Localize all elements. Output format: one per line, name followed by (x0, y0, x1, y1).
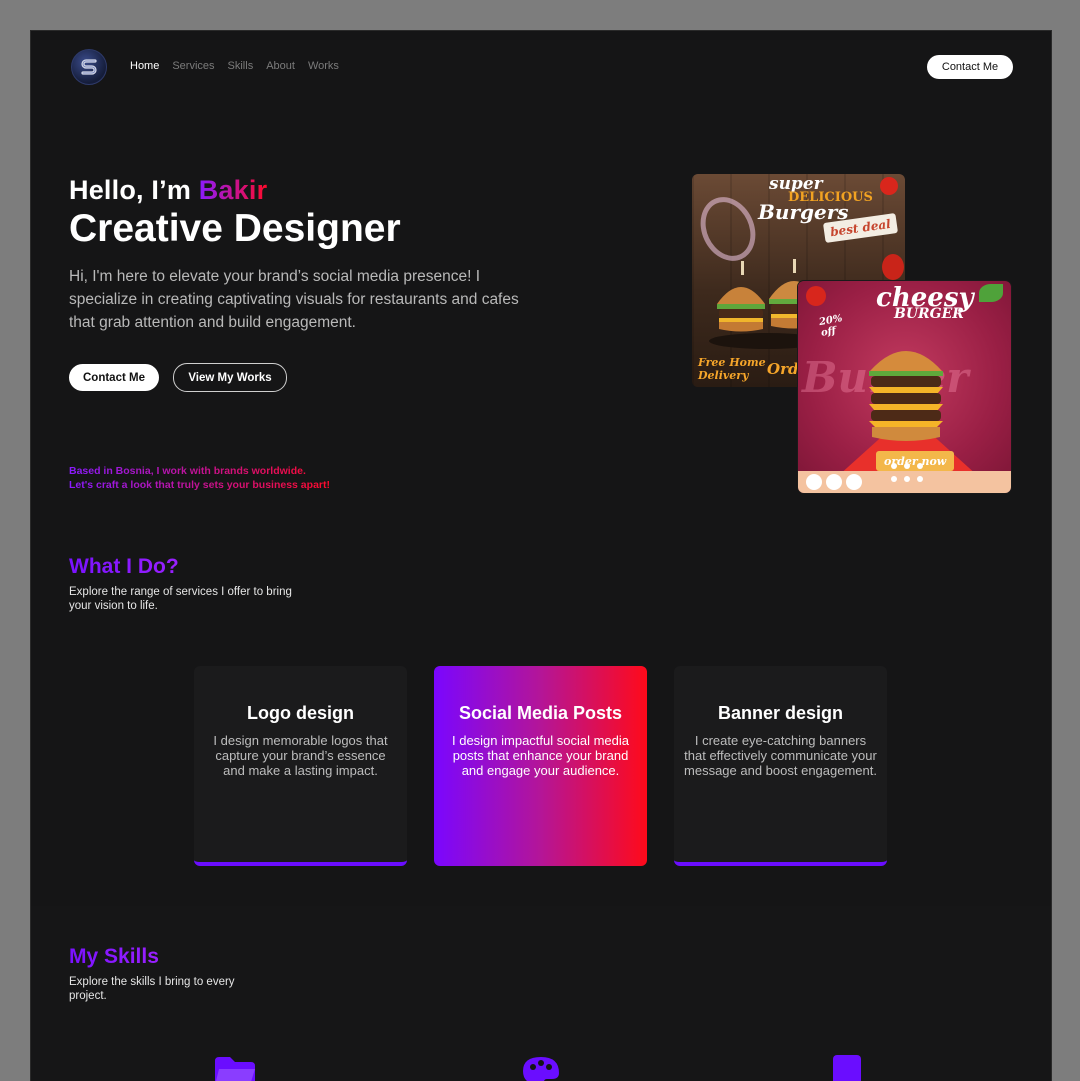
dot (904, 476, 910, 482)
nav-services[interactable]: Services (172, 60, 214, 72)
nav-home[interactable]: Home (130, 60, 159, 72)
poster2-footer-bar (798, 463, 1011, 493)
tagline-line-2: Let's craft a look that truly sets your … (69, 479, 330, 491)
nav-about[interactable]: About (266, 60, 295, 72)
poster-cheesy-burger[interactable]: Burger cheesy BURGER 20% off order now (798, 281, 1011, 493)
dot (917, 476, 923, 482)
twitter-icon (826, 474, 842, 490)
instagram-icon (846, 474, 862, 490)
dot (891, 476, 897, 482)
hero-name: Bakir (198, 175, 268, 205)
poster1-footer-2: Delivery (698, 369, 749, 382)
skills-subtitle: Explore the skills I bring to every proj… (69, 976, 235, 1002)
logo[interactable] (71, 49, 107, 85)
logo-s-icon (81, 59, 97, 75)
greeting-text: Hello, I’m (69, 175, 199, 205)
service-card-title: Logo design (247, 703, 354, 723)
folder-icon (215, 1057, 255, 1081)
facebook-icon (806, 474, 822, 490)
order-now-badge[interactable]: order now (876, 451, 955, 471)
nav-skills[interactable]: Skills (228, 60, 254, 72)
dot (917, 463, 923, 469)
tomato-icon-3 (806, 286, 826, 306)
service-card-text: I design impactful social media posts th… (451, 733, 630, 778)
dot (904, 463, 910, 469)
cheesy-burger-icon (869, 351, 943, 441)
service-card-title: Banner design (717, 703, 844, 723)
poster2-title2: BURGER (894, 306, 964, 322)
hero-contact-button[interactable]: Contact Me (69, 364, 159, 391)
poster1-footer-1: Free Home (698, 356, 766, 369)
poster1-footer-3: Ord (767, 360, 799, 378)
main-nav: Home Services Skills About Works (130, 60, 339, 72)
service-card-social[interactable]: Social Media Posts I design impactful so… (434, 666, 647, 866)
tomato-icon-2 (882, 254, 904, 280)
service-card-title: Social Media Posts (458, 703, 623, 723)
tablet-icon (833, 1055, 861, 1081)
services-subtitle: Explore the range of services I offer to… (69, 586, 292, 612)
hero-role: Creative Designer (69, 207, 401, 250)
nav-contact-button[interactable]: Contact Me (927, 55, 1013, 79)
discount-label: 20% off (818, 313, 845, 339)
tagline-line-1: Based in Bosnia, I work with brands worl… (69, 465, 306, 477)
services-title: What I Do? (69, 555, 179, 578)
service-card-logo[interactable]: Logo design I design memorable logos tha… (194, 666, 407, 866)
palette-icon (523, 1057, 559, 1081)
dot (891, 463, 897, 469)
tomato-icon (880, 177, 898, 195)
nav-works[interactable]: Works (308, 60, 339, 72)
service-card-text: I create eye-catching banners that effec… (684, 733, 877, 778)
service-card-banner[interactable]: Banner design I create eye-catching bann… (674, 666, 887, 866)
hero-greeting: Hello, I’m Bakir (69, 175, 267, 206)
page-frame: Home Services Skills About Works Contact… (30, 30, 1052, 1081)
hero-tagline: Based in Bosnia, I work with brands worl… (69, 464, 330, 492)
view-works-button[interactable]: View My Works (173, 363, 287, 392)
skills-title: My Skills (69, 945, 159, 968)
service-card-text: I design memorable logos that capture yo… (213, 733, 388, 778)
poster1-footer: Free Home Delivery (698, 356, 766, 382)
hero-description: Hi, I'm here to elevate your brand’s soc… (69, 268, 519, 331)
basil-leaf-icon (979, 284, 1003, 302)
